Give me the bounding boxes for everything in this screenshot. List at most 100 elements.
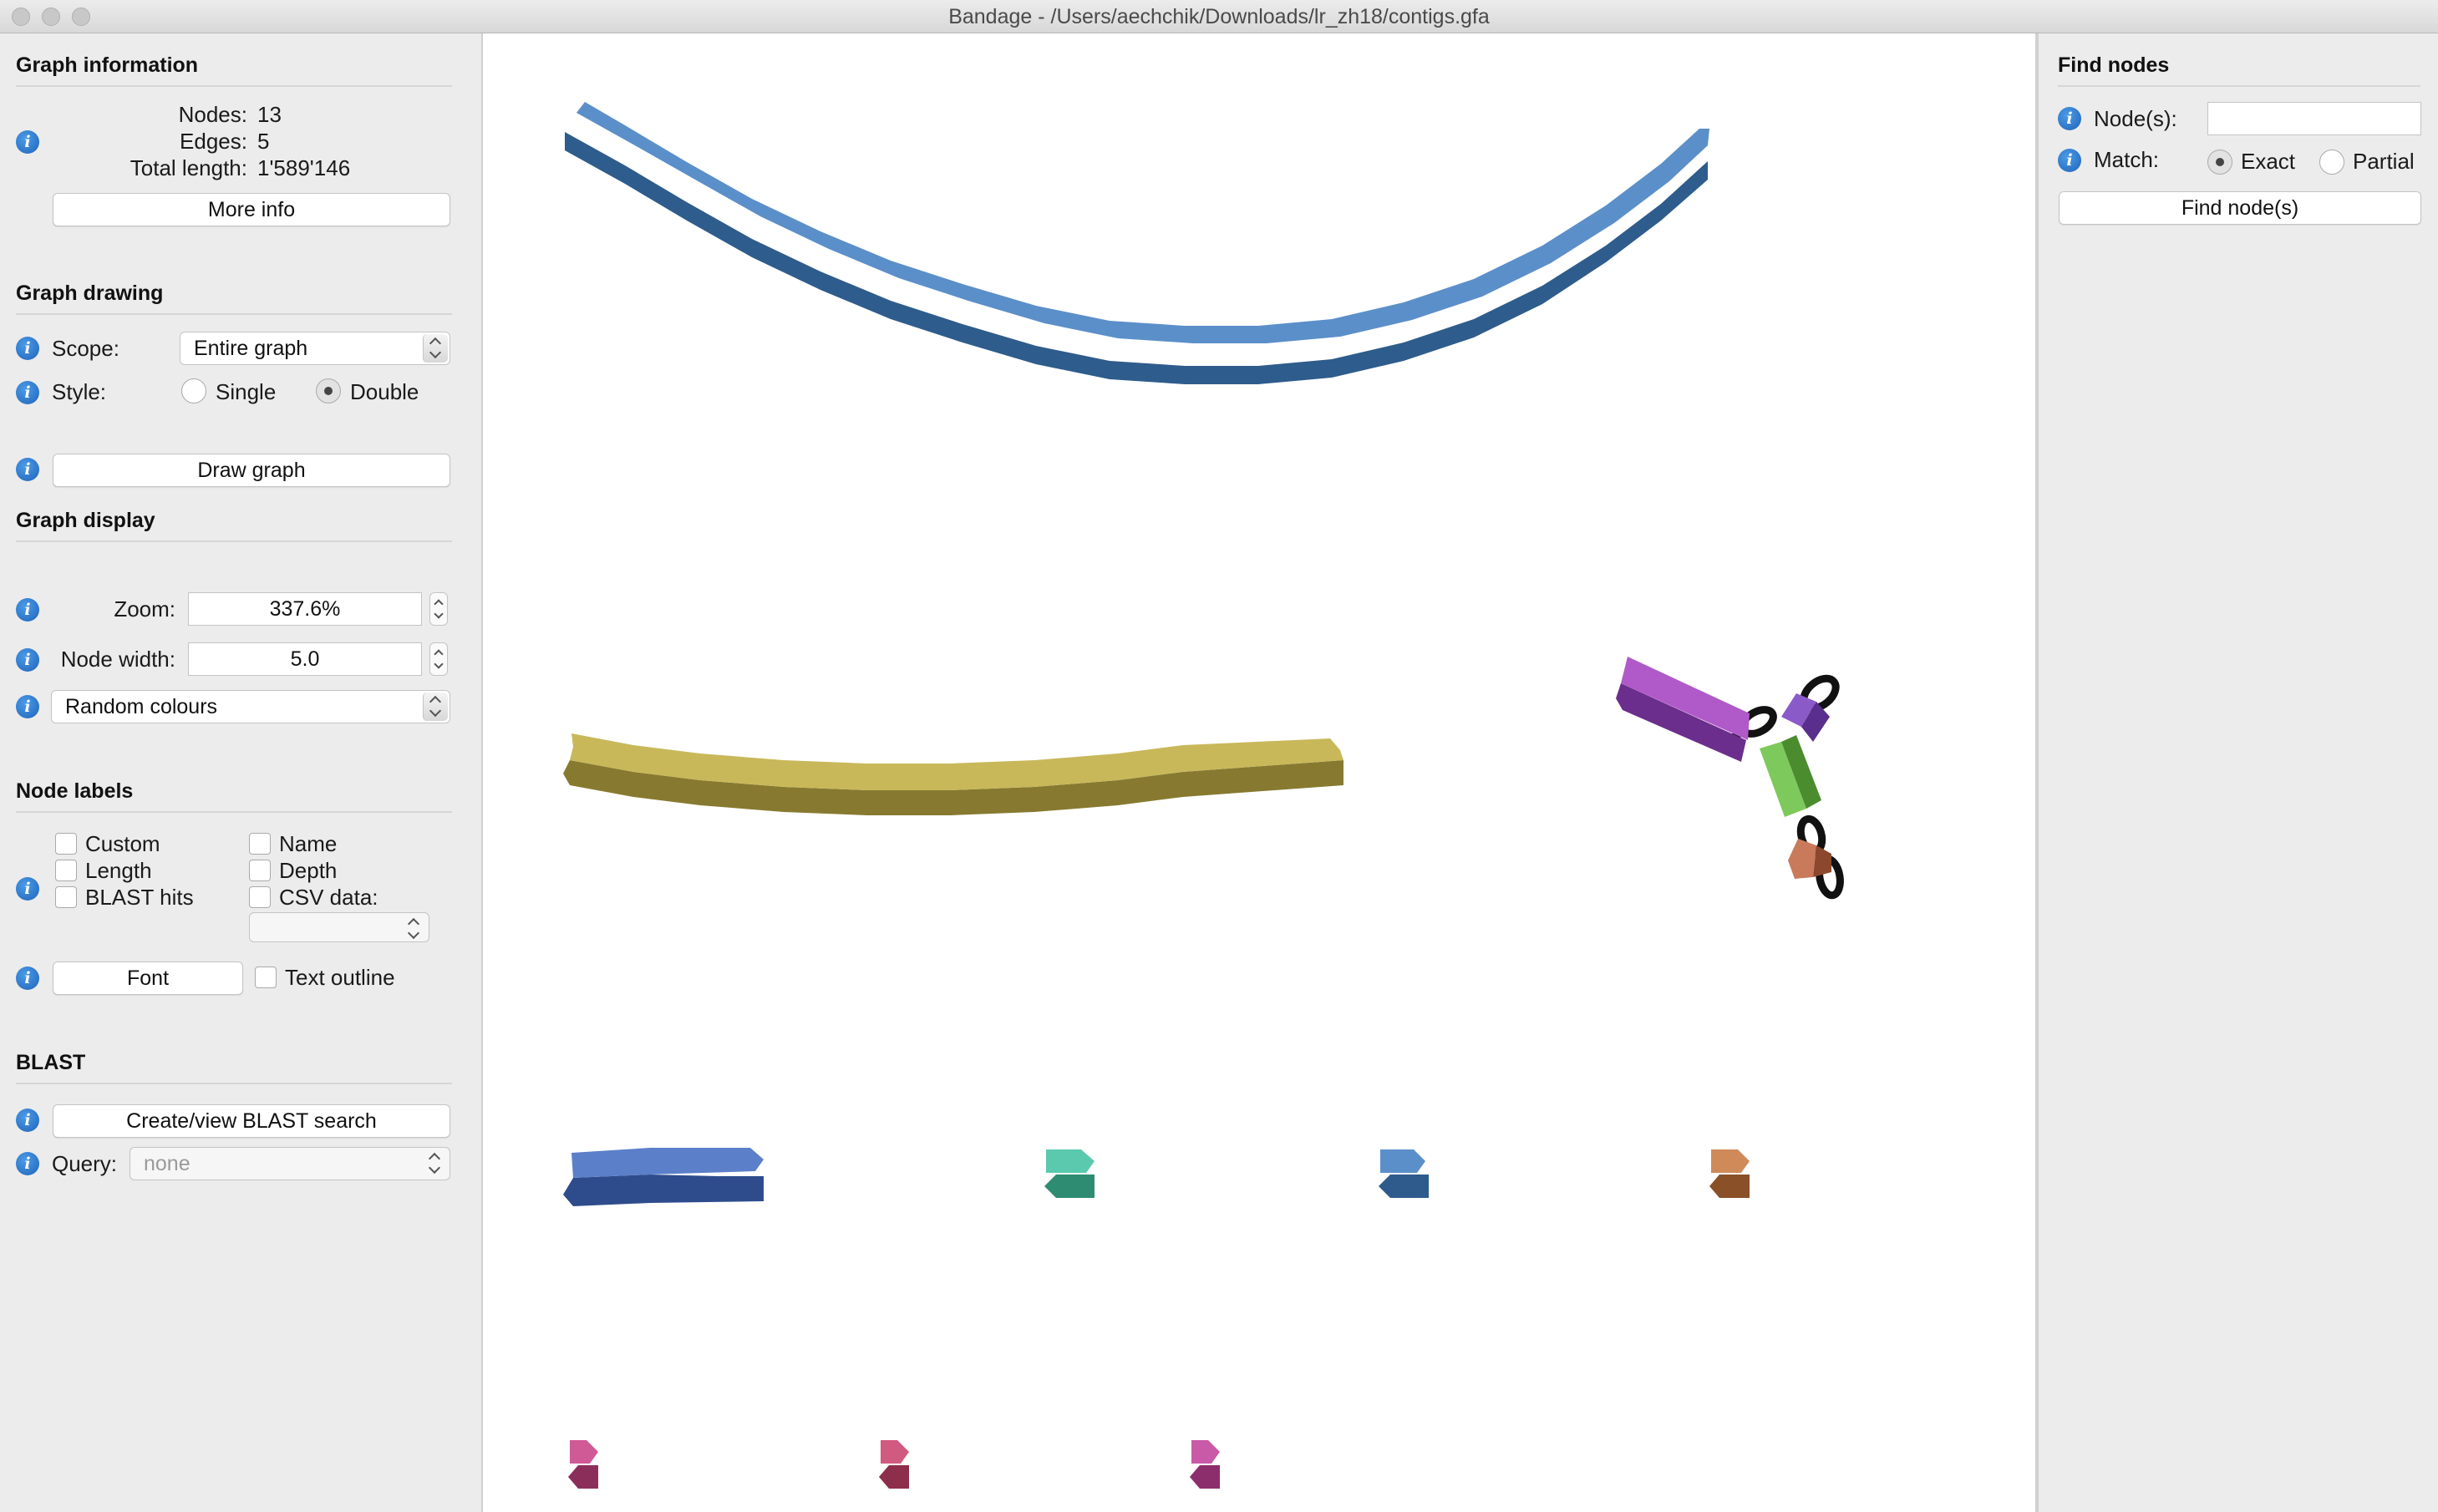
info-icon[interactable]: i	[16, 598, 39, 622]
find-nodes-label: Node(s):	[2094, 106, 2177, 131]
node-top-strand	[571, 1148, 764, 1178]
match-partial-radio[interactable]	[2319, 150, 2344, 175]
graph-node-teal[interactable]	[1044, 1149, 1095, 1198]
graph-display-heading: Graph display	[16, 509, 155, 532]
zoom-stepper[interactable]	[429, 592, 448, 626]
depth-label-checkbox[interactable]	[249, 860, 271, 881]
scope-label: Scope:	[52, 336, 119, 361]
style-double-label: Double	[350, 379, 419, 404]
length-label-text: Length	[85, 858, 152, 883]
window-title: Bandage - /Users/aechchik/Downloads/lr_z…	[948, 5, 1490, 28]
divider	[16, 85, 452, 87]
info-icon[interactable]: i	[16, 1109, 39, 1132]
match-exact-label: Exact	[2241, 149, 2296, 174]
divider	[16, 313, 452, 315]
graph-node-tan[interactable]	[1709, 1149, 1750, 1198]
chevron-updown-icon	[423, 1149, 448, 1178]
graph-node-violet[interactable]	[1781, 693, 1830, 742]
custom-label-text: Custom	[85, 831, 160, 856]
left-control-panel: Graph information i Nodes: 13 Edges: 5 T…	[0, 33, 481, 1512]
colour-scheme-select[interactable]: Random colours	[51, 690, 450, 723]
chevron-updown-icon	[423, 334, 448, 363]
scope-select[interactable]: Entire graph	[180, 332, 450, 365]
graph-node-steel-blue[interactable]	[1379, 1149, 1429, 1198]
edges-label: Edges:	[180, 129, 247, 154]
graph-canvas[interactable]	[481, 33, 2037, 1512]
info-icon[interactable]: i	[16, 337, 39, 360]
total-length-label: Total length:	[130, 155, 247, 180]
node-bottom-strand	[879, 1465, 909, 1489]
node-top-strand	[570, 1440, 598, 1464]
node-width-stepper[interactable]	[429, 642, 448, 676]
info-icon[interactable]: i	[2058, 149, 2081, 172]
blast-hits-label-checkbox[interactable]	[55, 886, 77, 908]
divider	[16, 811, 452, 813]
csv-data-select[interactable]	[249, 912, 429, 942]
zoom-input[interactable]: 337.6%	[188, 592, 422, 626]
name-label-checkbox[interactable]	[249, 833, 271, 855]
create-view-blast-search-button[interactable]: Create/view BLAST search	[53, 1104, 450, 1138]
right-find-panel: Find nodes i Node(s): i Match: Exact Par…	[2037, 33, 2438, 1512]
find-nodes-input[interactable]	[2207, 102, 2421, 135]
graph-node-pink-3[interactable]	[1190, 1440, 1220, 1489]
find-nodes-heading: Find nodes	[2058, 53, 2170, 77]
node-top-strand	[1046, 1149, 1095, 1173]
graph-node-pink-1[interactable]	[568, 1440, 598, 1489]
graph-node-olive-arc[interactable]	[563, 733, 1343, 815]
divider	[16, 1083, 452, 1084]
info-icon[interactable]: i	[16, 877, 39, 901]
name-label-text: Name	[279, 831, 338, 856]
node-bottom-strand	[1190, 1465, 1220, 1489]
node-labels-heading: Node labels	[16, 779, 134, 803]
blast-query-select[interactable]: none	[130, 1147, 450, 1180]
find-nodes-button[interactable]: Find node(s)	[2059, 191, 2421, 225]
font-button[interactable]: Font	[53, 961, 243, 995]
draw-graph-button[interactable]: Draw graph	[53, 454, 450, 487]
assembly-graph[interactable]	[483, 33, 2039, 1512]
node-top-strand	[1380, 1149, 1425, 1173]
csv-data-label-text: CSV data:	[279, 885, 378, 910]
graph-node-green[interactable]	[1760, 735, 1821, 817]
colour-scheme-value: Random colours	[65, 695, 218, 718]
zoom-label: Zoom:	[114, 596, 175, 622]
graph-information-heading: Graph information	[16, 53, 199, 77]
style-double-radio[interactable]	[316, 378, 341, 403]
info-icon[interactable]: i	[2058, 107, 2081, 130]
match-exact-radio[interactable]	[2207, 150, 2232, 175]
csv-data-label-checkbox[interactable]	[249, 886, 271, 908]
blast-hits-label-text: BLAST hits	[85, 885, 194, 910]
total-length-value: 1'589'146	[257, 155, 351, 180]
graph-node-small-blue[interactable]	[563, 1148, 764, 1206]
node-width-label: Node width:	[60, 647, 175, 672]
divider	[16, 540, 452, 542]
match-partial-label: Partial	[2353, 149, 2415, 174]
blast-query-value: none	[144, 1152, 190, 1175]
info-icon[interactable]: i	[16, 1152, 39, 1175]
graph-node-pink-2[interactable]	[879, 1440, 909, 1489]
more-info-button[interactable]: More info	[53, 193, 450, 226]
depth-label-text: Depth	[279, 858, 338, 883]
info-icon[interactable]: i	[16, 967, 39, 990]
graph-node-big-blue-arc[interactable]	[565, 102, 1709, 384]
node-top-strand	[1711, 1149, 1750, 1173]
node-bottom-strand	[1379, 1175, 1429, 1198]
node-top-strand	[881, 1440, 909, 1464]
info-icon[interactable]: i	[16, 458, 39, 481]
style-single-label: Single	[216, 379, 277, 404]
info-icon[interactable]: i	[16, 695, 39, 718]
node-width-input[interactable]: 5.0	[188, 642, 422, 676]
query-label: Query:	[52, 1151, 118, 1176]
info-icon[interactable]: i	[16, 130, 39, 154]
style-single-radio[interactable]	[181, 378, 206, 403]
node-top-strand	[1191, 1440, 1220, 1464]
length-label-checkbox[interactable]	[55, 860, 77, 881]
blast-heading: BLAST	[16, 1051, 86, 1074]
graph-node-purple[interactable]	[1616, 657, 1750, 762]
chevron-updown-icon	[423, 693, 448, 721]
info-icon[interactable]: i	[16, 381, 39, 404]
node-bottom-strand	[563, 1175, 764, 1206]
node-bottom-strand	[1044, 1175, 1095, 1198]
info-icon[interactable]: i	[16, 648, 39, 672]
text-outline-checkbox[interactable]	[255, 967, 277, 988]
custom-label-checkbox[interactable]	[55, 833, 77, 855]
